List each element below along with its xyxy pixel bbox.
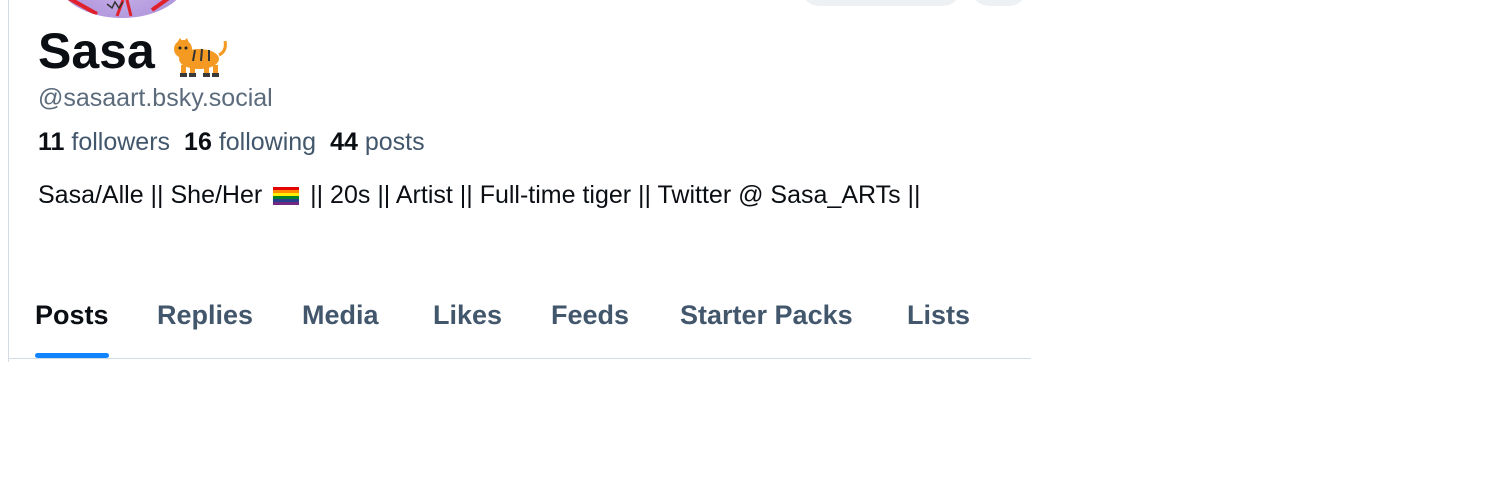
avatar-artwork [67, 0, 170, 17]
following-label: following [218, 128, 317, 156]
display-name: Sasa [38, 22, 227, 80]
following-count: 16 [184, 128, 212, 156]
followers-count: 11 [38, 128, 65, 156]
profile-handle: @sasaart.bsky.social [38, 84, 273, 112]
posts-stat: 44 posts [330, 128, 425, 156]
profile-column: Sasa @sasaart.bsky.social 11 followers 1… [8, 0, 1031, 362]
avatar[interactable] [57, 0, 187, 18]
tab-likes[interactable]: Likes [433, 296, 502, 358]
following-link[interactable]: 16 following [184, 128, 316, 156]
display-name-text: Sasa [38, 23, 155, 79]
more-options-button[interactable] [971, 0, 1027, 6]
tab-starter-packs-label: Starter Packs [680, 300, 853, 330]
profile-tabs: Posts Replies Media Likes Feeds Starter … [9, 296, 1031, 359]
profile-stats: 11 followers 16 following 44 posts [38, 128, 425, 157]
active-tab-indicator [35, 353, 109, 358]
tab-starter-packs[interactable]: Starter Packs [680, 296, 853, 358]
profile-page: Sasa @sasaart.bsky.social 11 followers 1… [0, 0, 1500, 500]
rainbow-flag-icon [273, 187, 300, 205]
tab-lists-label: Lists [907, 300, 971, 330]
profile-bio: Sasa/Alle || She/Her || 20s || Artist ||… [38, 178, 1018, 212]
tab-feeds-label: Feeds [551, 300, 630, 330]
tiger-icon [171, 33, 227, 77]
posts-label: posts [364, 128, 425, 156]
tab-media-label: Media [302, 300, 379, 330]
posts-count: 44 [330, 128, 358, 156]
tab-feeds[interactable]: Feeds [551, 296, 629, 358]
tab-lists[interactable]: Lists [907, 296, 970, 358]
bio-text-part2: || 20s || Artist || Full-time tiger || T… [310, 181, 921, 209]
tab-replies-label: Replies [157, 300, 254, 330]
followers-label: followers [71, 128, 171, 156]
tab-likes-label: Likes [433, 300, 503, 330]
bio-text-part1: Sasa/Alle || She/Her [38, 181, 263, 209]
tab-posts-label: Posts [35, 300, 109, 330]
follow-button[interactable] [801, 0, 961, 6]
followers-link[interactable]: 11 followers [38, 128, 170, 156]
tab-replies[interactable]: Replies [157, 296, 253, 358]
tab-media[interactable]: Media [302, 296, 379, 358]
tab-posts[interactable]: Posts [35, 296, 109, 358]
